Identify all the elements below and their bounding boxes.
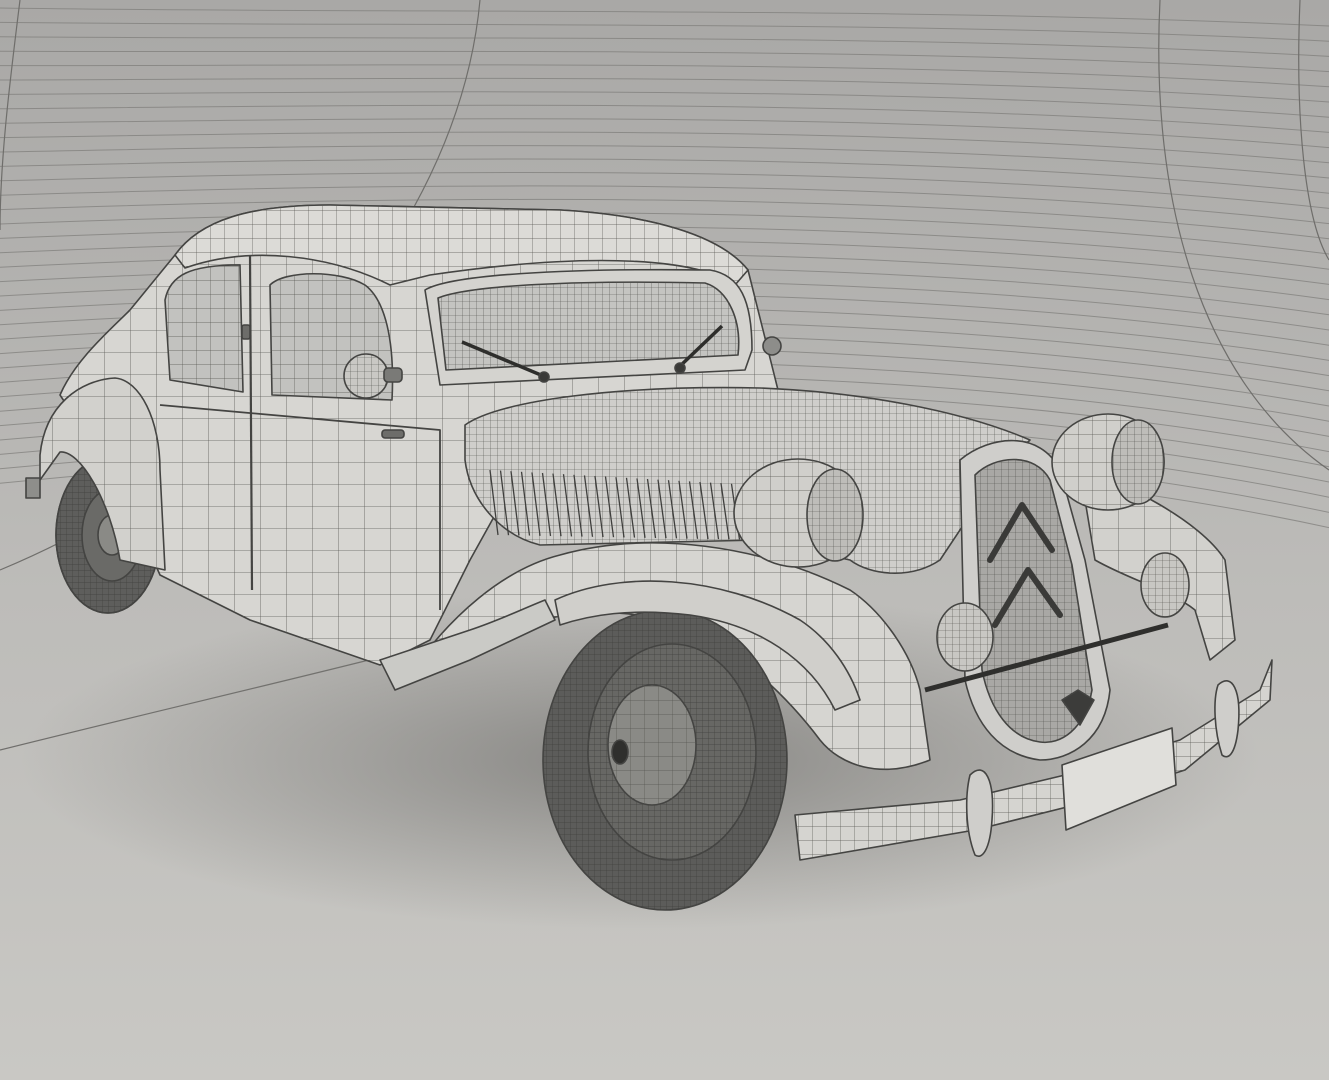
bumper-guard-right (1214, 680, 1240, 758)
front-wheel (542, 609, 788, 911)
right-fog-lamp (1140, 552, 1190, 618)
rear-door-handle (241, 324, 251, 340)
front-door-handle (381, 429, 405, 439)
wireframe-car-render: // Populate bindings (generic) const dat… (0, 0, 1329, 1080)
bumper-guard-left (965, 769, 994, 857)
right-headlamp (1051, 413, 1165, 511)
right-side-mirror (762, 336, 782, 356)
left-fog-lamp (936, 602, 994, 672)
tail-light (25, 477, 41, 499)
left-headlamp (733, 458, 864, 568)
